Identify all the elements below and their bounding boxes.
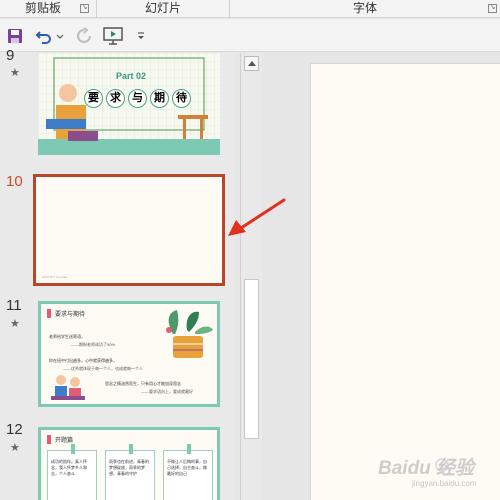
- slide-canvas[interactable]: [310, 63, 500, 500]
- font-launcher-icon[interactable]: ↘: [488, 4, 497, 13]
- slide-thumbnail-10[interactable]: 2023 PPT template: [33, 174, 225, 286]
- card-text: 不做让人后悔的事，自己选择，自主奋斗，做最好的自己: [167, 459, 207, 476]
- slide-heading: 要求与期待: [55, 312, 86, 318]
- slide-text-line: 思念之情油然而生，只有用心才能加深思念: [105, 381, 181, 386]
- font-group-label: 字体: [352, 1, 377, 15]
- undo-dropdown-icon[interactable]: [56, 27, 64, 45]
- customize-qat-icon[interactable]: [137, 27, 145, 45]
- animation-star-icon: ★: [10, 67, 20, 79]
- content-card: 成功的陪伴。真人怀念，我人怀梦乡人和志，个人奋斗: [47, 450, 97, 500]
- clip-decorations: [71, 444, 191, 454]
- slide-text-line: ——期盼老师成功了90%: [71, 342, 116, 347]
- slide-text-line: ——优秀就体现于每一个人，也成就每一个人: [63, 366, 143, 371]
- title-circles: 要 求 与 期 待: [84, 89, 191, 108]
- reading-kids-illustration: [51, 375, 85, 400]
- clipboard-group: 剪贴板 ↘: [0, 0, 89, 18]
- scrollbar-thumb[interactable]: [244, 279, 259, 439]
- watermark-url: jingyan.baidu.com: [412, 479, 477, 488]
- slide-editor-area: [262, 53, 500, 500]
- title-char: 与: [128, 89, 147, 108]
- slides-group: 幻灯片: [97, 0, 229, 18]
- slide-text-line: 老师给学生送寄语，: [49, 334, 85, 339]
- animation-star-icon: ★: [10, 442, 20, 454]
- app-window: 剪贴板 ↘ 幻灯片 字体 ↘ 9 ★ Part 02 要 求 与 期 待 10 …: [0, 0, 500, 500]
- pencil-icon: [47, 435, 51, 444]
- thumbnail-scrollbar[interactable]: [240, 53, 262, 500]
- title-char: 待: [172, 89, 191, 108]
- watermark: Baidu 经验 jingyan.baidu.com: [360, 449, 500, 489]
- scroll-up-button[interactable]: [244, 56, 259, 71]
- content-card: 不做让人后悔的事，自己选择，自主奋斗，做最好的自己: [163, 450, 213, 500]
- slide-number: 10: [6, 173, 23, 190]
- slides-group-label: 幻灯片: [144, 1, 181, 15]
- potted-plant-illustration: [166, 310, 213, 358]
- slide-number: 11: [6, 297, 22, 314]
- slide-heading: 开题篇: [55, 438, 74, 444]
- undo-icon[interactable]: [35, 27, 53, 45]
- slide-thumbnail-pane: 9 ★ Part 02 要 求 与 期 待 10 2023 PPT templa…: [0, 47, 234, 500]
- card-text: 雨季也在前进，青春的梦想绽放，雨季的梦想，青春的守护: [109, 459, 149, 476]
- watermark-text: Baidu 经验: [378, 458, 475, 479]
- pencil-icon: [47, 309, 51, 318]
- clipboard-group-label: 剪贴板: [24, 1, 61, 15]
- part-label: Part 02: [116, 71, 147, 81]
- slide-thumbnail-11[interactable]: 要求与期待 老师给学生送寄语， ——期盼老师成功了90% 你在班中付出越多，心中…: [38, 301, 220, 407]
- title-char: 要: [84, 89, 103, 108]
- slideshow-from-start-icon[interactable]: [103, 27, 125, 45]
- clipboard-launcher-icon[interactable]: ↘: [80, 4, 89, 13]
- title-char: 求: [106, 89, 125, 108]
- save-icon[interactable]: [7, 27, 23, 45]
- slide-thumbnail-9[interactable]: Part 02 要 求 与 期 待: [38, 53, 220, 155]
- slide-footer: 2023 PPT template: [42, 275, 68, 279]
- card-text: 成功的陪伴。真人怀念，我人怀梦乡人和志，个人奋斗: [51, 459, 87, 476]
- content-card: 雨季也在前进，青春的梦想绽放，雨季的梦想，青春的守护: [105, 450, 155, 500]
- slide-text-line: ——要求语向上，要成就最好: [141, 389, 193, 394]
- slide-number: 9: [6, 47, 15, 64]
- redo-icon[interactable]: [75, 27, 93, 45]
- title-char: 期: [150, 89, 169, 108]
- slide-number: 12: [6, 421, 23, 438]
- font-group: 字体 ↘: [230, 0, 500, 18]
- ribbon-group-labels: 剪贴板 ↘ 幻灯片 字体 ↘: [0, 0, 500, 18]
- animation-star-icon: ★: [10, 318, 20, 330]
- slide-text-line: 你在班中付出越多，心中就获得越多，: [49, 358, 117, 363]
- annotation-arrow-icon: [228, 198, 286, 236]
- slide-thumbnail-12[interactable]: 开题篇 成功的陪伴。真人怀念，我人怀梦乡人和志，个人奋斗 雨季也在前进，青春的梦…: [38, 427, 220, 500]
- quick-access-toolbar: [0, 19, 500, 52]
